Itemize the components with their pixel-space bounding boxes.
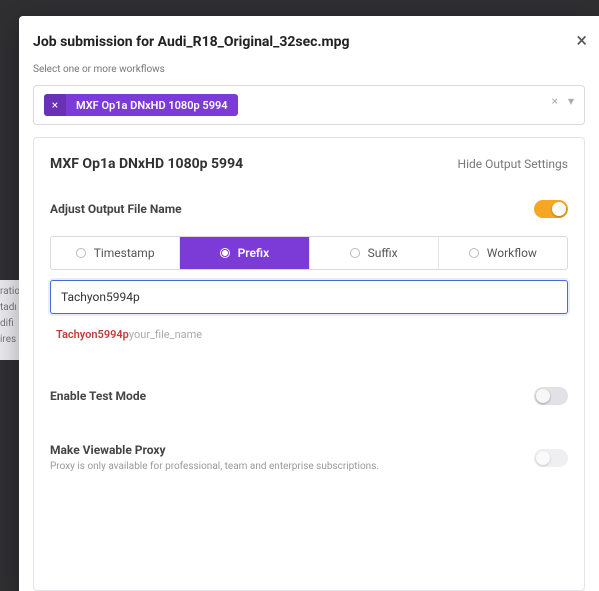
adjust-output-toggle[interactable] (534, 200, 568, 218)
prefix-input[interactable] (50, 280, 568, 314)
job-submission-modal: Job submission for Audi_R18_Original_32s… (19, 16, 599, 591)
filename-preview: Tachyon5994pyour_file_name (56, 328, 568, 341)
proxy-toggle (534, 449, 568, 467)
proxy-subtext: Proxy is only available for professional… (50, 461, 379, 472)
test-mode-row: Enable Test Mode (50, 387, 568, 405)
adjust-output-row: Adjust Output File Name (50, 200, 568, 218)
hide-output-settings-link[interactable]: Hide Output Settings (458, 157, 568, 171)
close-icon[interactable]: × (576, 30, 587, 50)
workflow-multiselect[interactable]: × MXF Op1a DNxHD 1080p 5994 × ▾ (33, 85, 585, 125)
chip-label: MXF Op1a DNxHD 1080p 5994 (66, 95, 238, 116)
radio-timestamp[interactable]: Timestamp (51, 237, 180, 269)
select-workflows-label: Select one or more workflows (19, 56, 599, 85)
panel-title: MXF Op1a DNxHD 1080p 5994 (50, 156, 243, 172)
test-mode-label: Enable Test Mode (50, 389, 146, 403)
clear-selection-icon[interactable]: × (552, 94, 558, 108)
radio-suffix[interactable]: Suffix (310, 237, 439, 269)
radio-label: Prefix (238, 246, 270, 260)
radio-label: Timestamp (94, 246, 155, 260)
radio-label: Suffix (368, 246, 398, 260)
preview-prefix: Tachyon5994p (56, 328, 129, 341)
radio-dot-icon (350, 248, 360, 258)
output-settings-panel: MXF Op1a DNxHD 1080p 5994 Hide Output Se… (33, 137, 585, 591)
chevron-down-icon[interactable]: ▾ (568, 94, 574, 108)
test-mode-toggle[interactable] (534, 387, 568, 405)
adjust-output-label: Adjust Output File Name (50, 202, 182, 216)
panel-header: MXF Op1a DNxHD 1080p 5994 Hide Output Se… (50, 156, 568, 172)
preview-filename: your_file_name (129, 328, 202, 341)
proxy-row: Make Viewable Proxy Proxy is only availa… (50, 443, 568, 472)
radio-dot-icon (220, 248, 230, 258)
radio-prefix[interactable]: Prefix (180, 237, 309, 269)
modal-title: Job submission for Audi_R18_Original_32s… (33, 34, 579, 50)
toggle-knob (536, 389, 550, 403)
radio-workflow[interactable]: Workflow (439, 237, 567, 269)
filename-mode-radio-group: Timestamp Prefix Suffix Workflow (50, 236, 568, 270)
radio-dot-icon (469, 248, 479, 258)
radio-dot-icon (76, 248, 86, 258)
proxy-label: Make Viewable Proxy (50, 443, 379, 457)
select-controls: × ▾ (552, 94, 574, 108)
modal-header: Job submission for Audi_R18_Original_32s… (19, 16, 599, 56)
toggle-knob (552, 202, 566, 216)
workflow-chip: × MXF Op1a DNxHD 1080p 5994 (44, 94, 238, 116)
toggle-knob (536, 451, 550, 465)
radio-label: Workflow (487, 246, 537, 260)
chip-remove-icon[interactable]: × (44, 94, 66, 116)
